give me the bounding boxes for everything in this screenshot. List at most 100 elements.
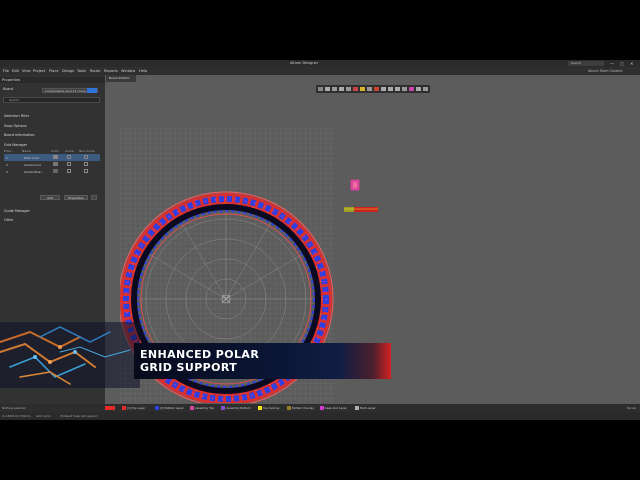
grid-row[interactable]: 2 Global Grid [4, 161, 100, 168]
layer-tab[interactable]: [2] Bottom Layer [155, 406, 184, 410]
status-bar: Nothing selected X:-1450mm Y:95mm Grid: … [0, 406, 640, 420]
grid-row[interactable]: 3 Global Boar... [4, 168, 100, 175]
col-comp: Comp [65, 149, 74, 153]
color-swatch[interactable] [53, 155, 58, 159]
circuit-graphic [0, 322, 140, 388]
add-grid-button[interactable]: Add [40, 195, 60, 200]
menu-tools[interactable]: Tools [77, 69, 86, 73]
menu-project[interactable]: Project [33, 69, 45, 73]
via-tool-icon[interactable] [367, 87, 372, 91]
row-name: Global Boar... [24, 170, 45, 174]
comp-checkbox[interactable] [67, 169, 71, 173]
layer-tab[interactable]: Assembly Top [190, 406, 214, 410]
component-tool-icon[interactable] [346, 87, 351, 91]
route-tool-icon[interactable] [353, 87, 358, 91]
layer-label: Top Overlay [263, 406, 280, 410]
layer-color-indicator[interactable] [105, 406, 116, 410]
panel-title: Properties [2, 78, 21, 82]
panel-search-input[interactable]: Search [3, 97, 100, 103]
menu-edit[interactable]: Edit [12, 69, 19, 73]
comp-checkbox[interactable] [67, 155, 71, 159]
menu-design[interactable]: Design [62, 69, 74, 73]
measure-tool-icon[interactable] [416, 87, 421, 91]
diff-pair-tool-icon[interactable] [360, 87, 365, 91]
fill-tool-icon[interactable] [381, 87, 386, 91]
non-comp-checkbox[interactable] [84, 155, 88, 159]
col-name: Name [22, 149, 31, 153]
select-tool-icon[interactable] [325, 87, 330, 91]
layer-tab[interactable]: Bottom Overlay [287, 406, 314, 410]
section-selection-filter[interactable]: Selection Filter [4, 114, 29, 118]
col-color: Color [51, 149, 59, 153]
menu-help[interactable]: Help [139, 69, 147, 73]
color-swatch[interactable] [53, 162, 58, 166]
layer-label: Keep-Out Layer [325, 406, 347, 410]
menu-bar: File Edit View Project Place Design Tool… [0, 67, 640, 75]
offboard-components[interactable] [340, 178, 380, 223]
layer-label: [2] Bottom Layer [160, 406, 184, 410]
title-bar: Altium Designer Search — □ ✕ [0, 60, 640, 67]
layer-tab[interactable]: Multi-Layer [355, 406, 376, 410]
layer-tab-bar: [1] Top Layer [2] Bottom Layer Assembly … [0, 404, 640, 412]
layer-label: Assembly Top [195, 406, 215, 410]
layer-label: Multi-Layer [360, 406, 376, 410]
board-label: Board [3, 87, 13, 91]
document-tab[interactable]: Board.PcbDoc [106, 75, 136, 82]
close-icon[interactable]: ✕ [630, 61, 633, 66]
filter-icon[interactable] [87, 88, 97, 93]
layer-tab[interactable]: Keep-Out Layer [320, 406, 347, 410]
section-grid-manager[interactable]: Grid Manager [4, 143, 27, 147]
layer-tab[interactable]: [1] Top Layer [122, 406, 145, 410]
align-tool-icon[interactable] [339, 87, 344, 91]
polygon-tool-icon[interactable] [374, 87, 379, 91]
cursor-coords: X:-1450mm Y:95mm [2, 414, 31, 418]
layer-label: Assembly Bottom [226, 406, 251, 410]
selection-status: Nothing selected [2, 406, 26, 410]
search-box[interactable]: Search [568, 61, 604, 66]
active-bar-toolbar [316, 85, 430, 93]
row-priority: 1 [6, 156, 8, 160]
more-tools-icon[interactable] [423, 87, 428, 91]
menu-reports[interactable]: Reports [104, 69, 118, 73]
filter-tool-icon[interactable] [318, 87, 323, 91]
app-title: Altium Designer [290, 61, 319, 65]
layer-tab[interactable]: Assembly Bottom [221, 406, 251, 410]
section-other[interactable]: Other [4, 218, 14, 222]
grid-size: Grid: 1mm [36, 414, 51, 418]
section-board-information[interactable]: Board Information [4, 133, 35, 137]
row-name: Polar Grid [24, 156, 39, 160]
section-guide-manager[interactable]: Guide Manager [4, 209, 30, 213]
team-content-link[interactable]: Altium Team Content [588, 69, 623, 73]
text-tool-icon[interactable] [388, 87, 393, 91]
menu-view[interactable]: View [22, 69, 31, 73]
banner-line-2: GRID SUPPORT [140, 361, 238, 374]
menu-place[interactable]: Place [49, 69, 59, 73]
menu-route[interactable]: Route [90, 69, 100, 73]
keepout-tool-icon[interactable] [409, 87, 414, 91]
maximize-icon[interactable]: □ [620, 61, 624, 66]
non-comp-checkbox[interactable] [84, 169, 88, 173]
layer-label: Bottom Overlay [292, 406, 315, 410]
dimension-tool-icon[interactable] [402, 87, 407, 91]
grid-row[interactable]: 1 Polar Grid [4, 154, 100, 161]
col-non-comp: Non Comp [79, 149, 95, 153]
row-priority: 2 [6, 163, 8, 167]
grid-properties-button[interactable]: Properties [64, 195, 88, 200]
menu-window[interactable]: Window [121, 69, 135, 73]
banner-line-1: ENHANCED POLAR [140, 348, 260, 361]
panel-header: Properties [0, 77, 105, 83]
panels-button[interactable]: Panels [627, 406, 636, 410]
row-name: Global Grid [24, 163, 41, 167]
non-comp-checkbox[interactable] [84, 162, 88, 166]
comp-checkbox[interactable] [67, 162, 71, 166]
col-priority: Prior... [4, 149, 14, 153]
layer-tab[interactable]: Top Overlay [258, 406, 279, 410]
section-snap-options[interactable]: Snap Options [4, 124, 27, 128]
line-tool-icon[interactable] [395, 87, 400, 91]
color-swatch[interactable] [53, 169, 58, 173]
layer-label: [1] Top Layer [127, 406, 146, 410]
menu-file[interactable]: File [3, 69, 9, 73]
delete-grid-icon[interactable] [91, 195, 97, 200]
minimize-icon[interactable]: — [610, 61, 614, 66]
move-tool-icon[interactable] [332, 87, 337, 91]
